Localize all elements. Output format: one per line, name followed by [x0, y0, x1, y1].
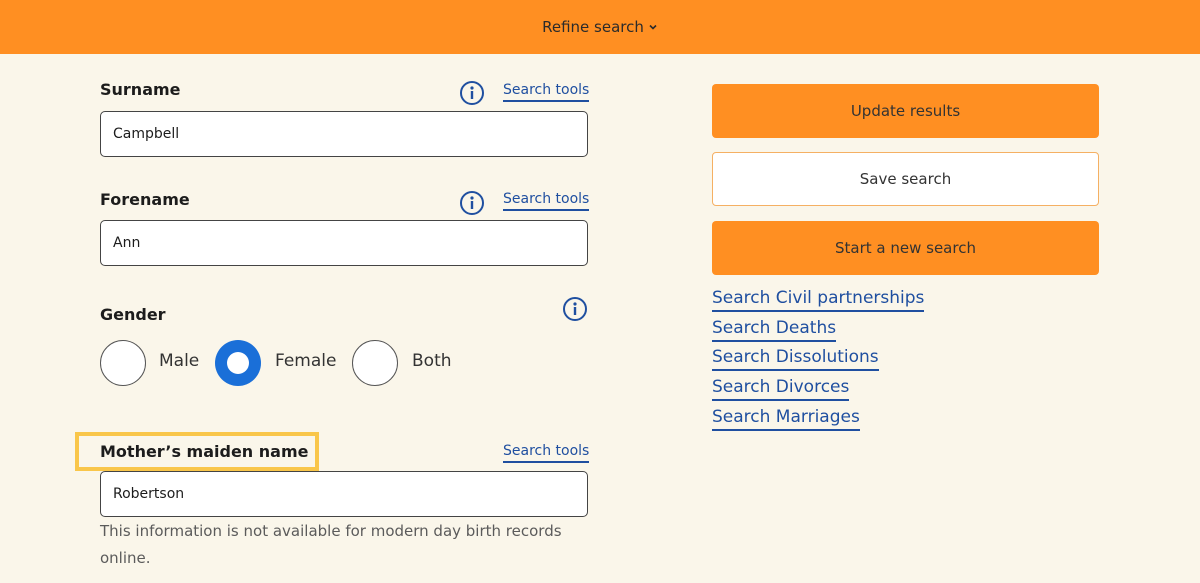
maiden-name-search-tools-link[interactable]: Search tools — [503, 443, 590, 463]
maiden-name-input[interactable] — [100, 471, 588, 517]
link-search-marriages[interactable]: Search Marriages — [712, 406, 860, 431]
maiden-name-hint: This information is not available for mo… — [100, 522, 562, 567]
refine-search-bar: Refine search — [0, 0, 1200, 54]
forename-search-tools-link[interactable]: Search tools — [503, 191, 590, 211]
link-search-civil-partnerships[interactable]: Search Civil partnerships — [712, 287, 925, 312]
info-icon[interactable] — [459, 80, 485, 106]
info-icon[interactable] — [459, 190, 485, 216]
chevron-down-icon — [649, 24, 657, 30]
forename-input[interactable] — [100, 220, 588, 266]
update-results-button[interactable]: Update results — [712, 84, 1099, 138]
surname-search-tools-link[interactable]: Search tools — [503, 82, 590, 102]
gender-male-label[interactable]: Male — [159, 351, 199, 371]
gender-both-radio[interactable] — [352, 340, 398, 386]
info-icon[interactable] — [562, 296, 588, 322]
maiden-name-label: Mother’s maiden name — [100, 442, 309, 461]
gender-female-label[interactable]: Female — [275, 351, 336, 371]
save-search-button[interactable]: Save search — [712, 152, 1099, 206]
refine-search-toggle[interactable]: Refine search — [542, 18, 658, 36]
gender-male-radio[interactable] — [100, 340, 146, 386]
link-search-deaths[interactable]: Search Deaths — [712, 317, 837, 342]
start-new-search-button[interactable]: Start a new search — [712, 221, 1099, 275]
gender-both-label[interactable]: Both — [412, 351, 452, 371]
forename-label: Forename — [100, 190, 190, 209]
refine-search-label: Refine search — [542, 18, 644, 36]
surname-label: Surname — [100, 80, 181, 99]
gender-label: Gender — [100, 305, 166, 324]
surname-input[interactable] — [100, 111, 588, 157]
link-search-dissolutions[interactable]: Search Dissolutions — [712, 346, 879, 371]
gender-female-radio[interactable] — [215, 340, 261, 386]
link-search-divorces[interactable]: Search Divorces — [712, 376, 850, 401]
